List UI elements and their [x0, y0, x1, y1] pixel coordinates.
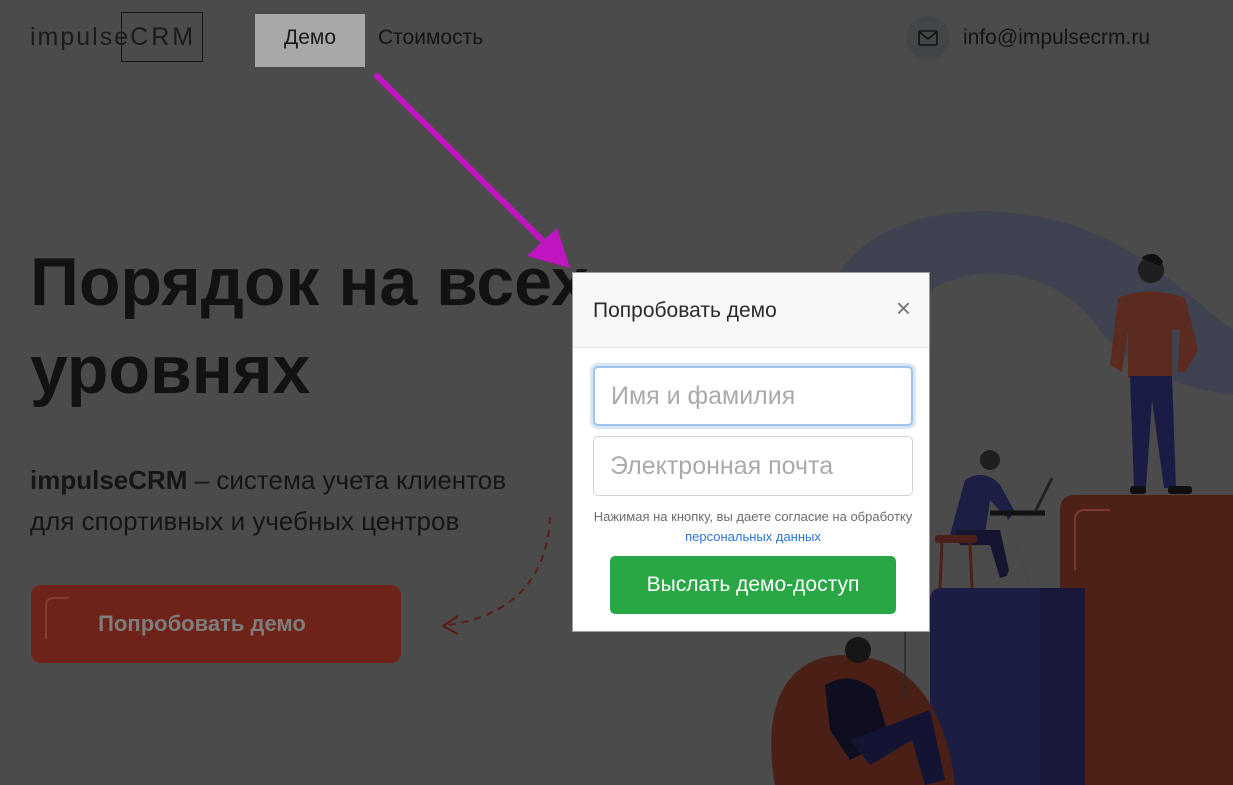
close-icon[interactable]: ×	[896, 295, 911, 321]
hero-try-demo-label: Попробовать демо	[98, 611, 306, 636]
hero-brand: impulseCRM	[30, 465, 188, 495]
modal-title: Попробовать демо	[593, 299, 777, 322]
send-demo-access-button[interactable]: Выслать демо-доступ	[610, 556, 896, 614]
name-input[interactable]	[593, 366, 913, 426]
logo-text: impulseCRM	[30, 23, 197, 51]
email-input[interactable]	[593, 436, 913, 496]
annotation-arrow-shaft	[374, 73, 548, 246]
button-corner-decoration	[45, 597, 69, 639]
personal-data-link[interactable]: персональных данных	[685, 529, 821, 544]
consent-text: Нажимая на кнопку, вы даете согласие на …	[593, 507, 913, 547]
mail-icon	[906, 16, 950, 60]
hero-subtitle-line2: для спортивных и учебных центров	[30, 506, 460, 536]
contact-email-link[interactable]: info@impulsecrm.ru	[963, 26, 1150, 50]
hero-title: Порядок на всех уровнях	[30, 238, 589, 414]
consent-label: Нажимая на кнопку, вы даете согласие на …	[593, 509, 913, 524]
nav-demo-link[interactable]: Демо	[255, 14, 365, 67]
hero-try-demo-button[interactable]: Попробовать демо	[31, 585, 401, 663]
demo-modal: Попробовать демо × Нажимая на кнопку, вы…	[572, 272, 930, 632]
modal-header: Попробовать демо ×	[573, 273, 929, 348]
hero-subtitle-rest: – система учета клиентов	[187, 465, 507, 495]
hero-title-line2: уровнях	[30, 332, 311, 408]
dashed-arrow-head	[441, 615, 459, 635]
hero-subtitle: impulseCRM – система учета клиентов для …	[30, 460, 506, 542]
hero-title-line1: Порядок на всех	[30, 244, 589, 320]
nav-pricing-link[interactable]: Стоимость	[378, 26, 483, 50]
logo[interactable]: impulseCRM	[30, 12, 205, 64]
